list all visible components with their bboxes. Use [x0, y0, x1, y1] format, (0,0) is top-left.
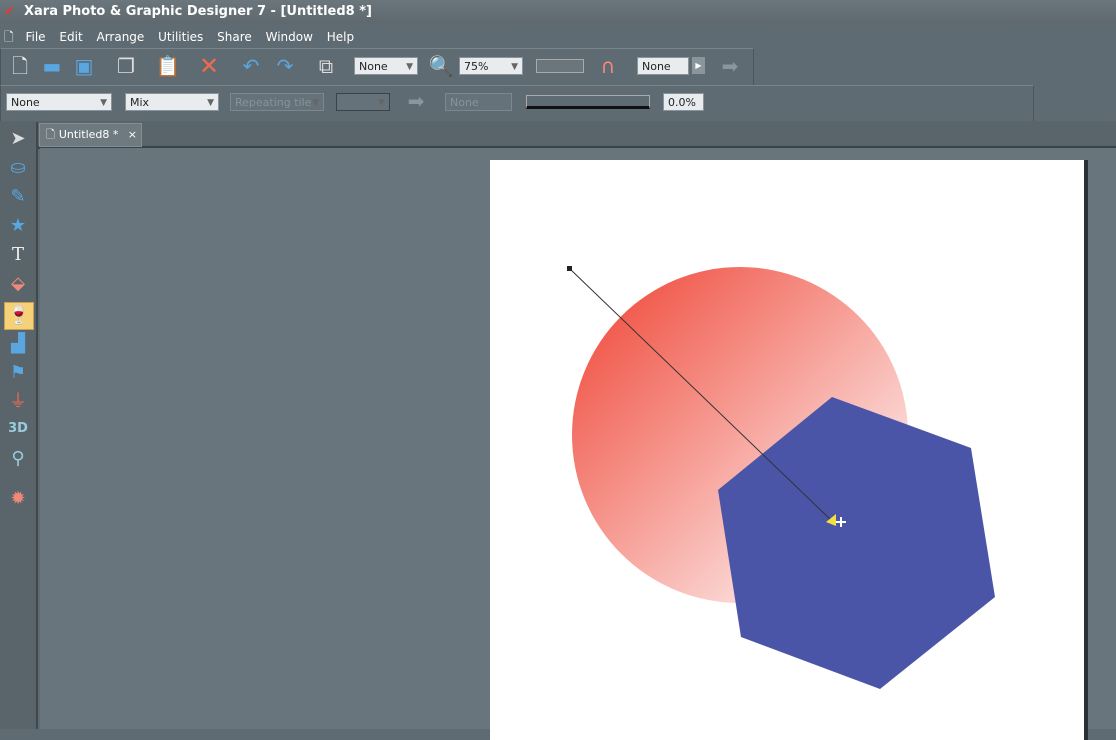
start-handle[interactable]	[567, 266, 572, 271]
drawing-layer	[567, 266, 995, 689]
